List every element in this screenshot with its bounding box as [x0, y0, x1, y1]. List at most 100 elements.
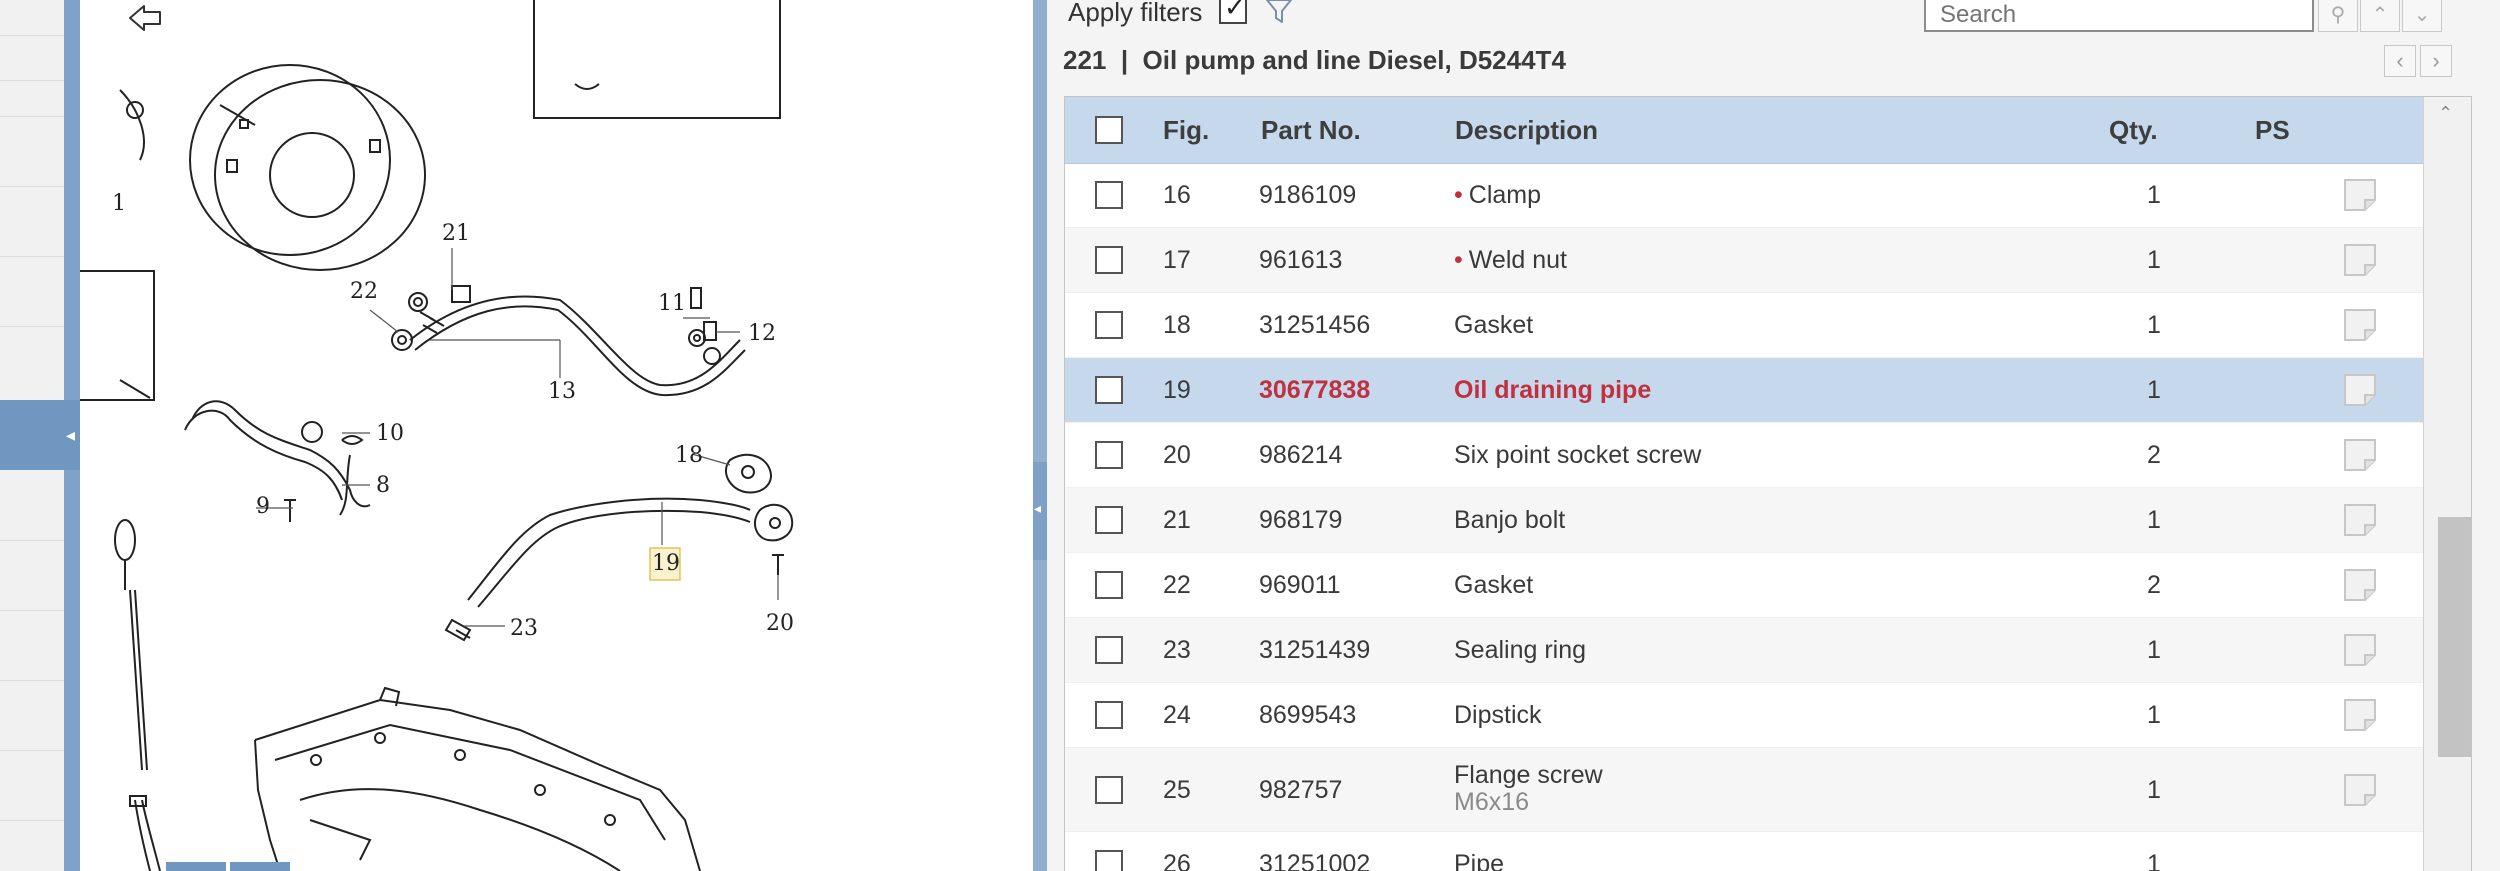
- pane-splitter[interactable]: [1033, 0, 1047, 871]
- chevron-down-icon[interactable]: ⌄: [2402, 0, 2442, 32]
- table-row[interactable]: 23 31251439 Sealing ring 1: [1065, 618, 2423, 683]
- row-description: Sealing ring: [1454, 636, 1587, 664]
- splitter-collapse-handle[interactable]: ◂: [1033, 462, 1047, 560]
- row-qty: 1: [2147, 636, 2161, 664]
- diagram-thumbnail-strip: [230, 862, 290, 871]
- row-description: Gasket: [1454, 311, 1534, 339]
- row-qty: 2: [2147, 571, 2161, 599]
- search-input[interactable]: [1924, 0, 2314, 32]
- row-fig: 24: [1163, 701, 1191, 729]
- column-header-description[interactable]: Description: [1455, 97, 1598, 163]
- funnel-icon[interactable]: [1264, 0, 1294, 24]
- row-checkbox[interactable]: [1095, 571, 1123, 599]
- table-row[interactable]: 22 969011 Gasket 2: [1065, 553, 2423, 618]
- row-description: Six point socket screw: [1454, 441, 1702, 469]
- row-part-no: 986214: [1259, 441, 1343, 469]
- row-part-no: 968179: [1259, 506, 1343, 534]
- chevron-left-icon: ◂: [66, 425, 76, 445]
- row-checkbox[interactable]: [1095, 376, 1123, 404]
- chevron-up-icon[interactable]: ⌃: [2360, 0, 2400, 32]
- left-strip-divider: [0, 256, 64, 257]
- row-fig: 18: [1163, 311, 1191, 339]
- callout-9[interactable]: 9: [256, 494, 270, 519]
- row-part-no: 9186109: [1259, 181, 1357, 209]
- row-qty: 1: [2147, 311, 2161, 339]
- table-row[interactable]: 16 9186109 • Clamp 1: [1065, 163, 2423, 228]
- callout-22[interactable]: 22: [350, 279, 378, 304]
- table-row[interactable]: 24 8699543 Dipstick 1: [1065, 683, 2423, 748]
- note-icon[interactable]: [2343, 568, 2377, 602]
- chevron-left-icon: ◂: [1034, 500, 1042, 516]
- callout-18[interactable]: 18: [675, 443, 703, 468]
- search-icon[interactable]: ⚲: [2318, 0, 2358, 32]
- row-checkbox[interactable]: [1095, 776, 1123, 804]
- table-row[interactable]: 18 31251456 Gasket 1: [1065, 293, 2423, 358]
- row-part-no: 961613: [1259, 246, 1343, 274]
- column-header-ps[interactable]: PS: [2255, 97, 2290, 163]
- note-icon[interactable]: [2343, 178, 2377, 212]
- table-row[interactable]: 21 968179 Banjo bolt 1: [1065, 488, 2423, 553]
- row-checkbox[interactable]: [1095, 506, 1123, 534]
- column-header-fig[interactable]: Fig.: [1163, 97, 1209, 163]
- row-checkbox[interactable]: [1095, 441, 1123, 469]
- callout-13[interactable]: 13: [548, 379, 576, 404]
- left-strip-divider: [0, 186, 64, 187]
- page-title: 221 | Oil pump and line Diesel, D5244T4: [1063, 45, 1566, 75]
- callout-23[interactable]: 23: [510, 616, 538, 641]
- apply-filters-checkbox[interactable]: ✓: [1219, 0, 1247, 24]
- note-icon[interactable]: [2343, 773, 2377, 807]
- exploded-parts-diagram[interactable]: 1 21 22 11 12 13 10 8 9 18 19 23 20: [80, 0, 1033, 871]
- column-header-qty[interactable]: Qty.: [2109, 97, 2158, 163]
- note-icon[interactable]: [2343, 243, 2377, 277]
- row-description: Oil draining pipe: [1454, 376, 1652, 404]
- new-part-bullet: •: [1454, 181, 1463, 209]
- row-checkbox[interactable]: [1095, 181, 1123, 209]
- scrollbar-thumb[interactable]: [2438, 517, 2471, 757]
- row-qty: 1: [2147, 246, 2161, 274]
- select-all-checkbox[interactable]: [1095, 116, 1123, 144]
- table-row[interactable]: 25 982757 Flange screw M6x16 1: [1065, 748, 2423, 832]
- exploded-diagram-pane[interactable]: 1 21 22 11 12 13 10 8 9 18 19 23 20: [80, 0, 1033, 871]
- row-part-no: 30677838: [1259, 376, 1371, 404]
- row-checkbox[interactable]: [1095, 636, 1123, 664]
- parts-table: Fig. Part No. Description Qty. PS 16 918…: [1064, 96, 2472, 871]
- table-row-selected[interactable]: 19 30677838 Oil draining pipe 1: [1065, 358, 2423, 423]
- row-fig: 17: [1163, 246, 1191, 274]
- back-arrow-icon[interactable]: [126, 0, 166, 36]
- row-description-detail: M6x16: [1454, 788, 1530, 816]
- note-icon[interactable]: [2343, 438, 2377, 472]
- row-checkbox[interactable]: [1095, 246, 1123, 274]
- chevron-up-icon[interactable]: ⌃: [2438, 103, 2453, 124]
- left-strip-divider: [0, 116, 64, 117]
- left-panel-collapse-handle[interactable]: ◂: [0, 400, 80, 470]
- note-icon[interactable]: [2343, 308, 2377, 342]
- callout-20[interactable]: 20: [766, 611, 794, 636]
- row-checkbox[interactable]: [1095, 850, 1123, 871]
- callout-19[interactable]: 19: [652, 551, 680, 576]
- column-header-part-no[interactable]: Part No.: [1261, 97, 1361, 163]
- note-icon[interactable]: [2343, 503, 2377, 537]
- table-row[interactable]: 20 986214 Six point socket screw 2: [1065, 423, 2423, 488]
- row-part-no: 8699543: [1259, 701, 1357, 729]
- row-part-no: 31251439: [1259, 636, 1371, 664]
- table-scrollbar[interactable]: ⌃: [2423, 97, 2471, 871]
- new-part-bullet: •: [1454, 246, 1463, 274]
- callout-1[interactable]: 1: [112, 191, 126, 216]
- note-icon[interactable]: [2343, 698, 2377, 732]
- callout-21[interactable]: 21: [442, 221, 470, 246]
- callout-8[interactable]: 8: [376, 473, 390, 498]
- callout-10[interactable]: 10: [376, 421, 404, 446]
- chevron-right-icon[interactable]: ›: [2420, 45, 2452, 77]
- row-checkbox[interactable]: [1095, 311, 1123, 339]
- row-description: Dipstick: [1454, 701, 1542, 729]
- row-fig: 25: [1163, 776, 1191, 804]
- table-row[interactable]: 17 961613 • Weld nut 1: [1065, 228, 2423, 293]
- note-icon[interactable]: [2343, 373, 2377, 407]
- note-icon[interactable]: [2343, 633, 2377, 667]
- callout-11[interactable]: 11: [658, 291, 686, 316]
- row-description: Flange screw M6x16: [1454, 761, 1603, 816]
- row-checkbox[interactable]: [1095, 701, 1123, 729]
- chevron-left-icon[interactable]: ‹: [2384, 45, 2416, 77]
- callout-12[interactable]: 12: [748, 321, 776, 346]
- table-row[interactable]: 26 31251002 Pipe 1: [1065, 832, 2423, 871]
